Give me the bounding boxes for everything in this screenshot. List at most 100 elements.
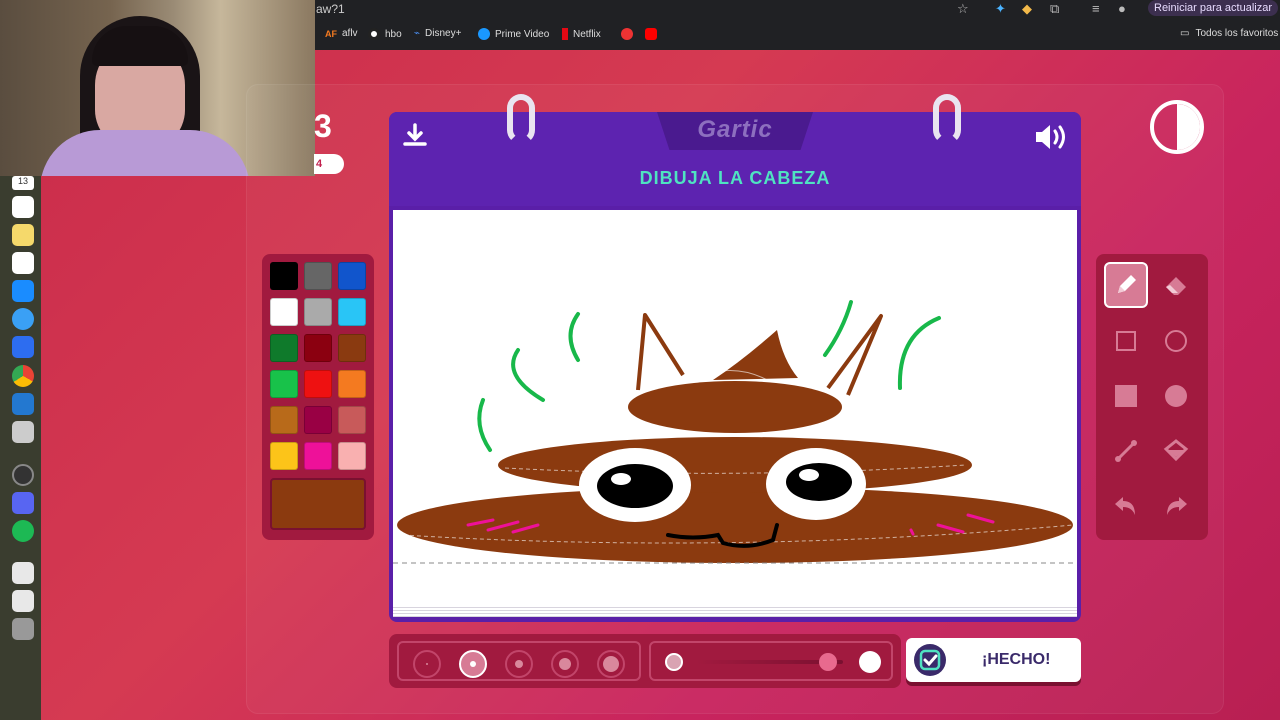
eraser-tool[interactable] — [1154, 262, 1198, 308]
spotify-icon[interactable] — [12, 520, 34, 542]
color-swatch[interactable] — [270, 334, 298, 362]
reminders-icon[interactable] — [12, 196, 34, 218]
thickness-dot-icon — [559, 658, 571, 670]
color-swatch[interactable] — [338, 334, 366, 362]
trash-icon[interactable] — [12, 618, 34, 640]
bookmark-extra-1[interactable] — [621, 28, 633, 40]
bookmark-aflv[interactable]: AF aflv — [325, 28, 358, 39]
url-text: aw?1 — [316, 2, 345, 16]
color-swatch[interactable] — [338, 262, 366, 290]
drawing-canvas[interactable] — [393, 210, 1077, 605]
thickness-option[interactable] — [505, 650, 533, 678]
color-swatch[interactable] — [338, 442, 366, 470]
profile-avatar-icon[interactable]: ● — [1118, 1, 1126, 16]
color-swatch[interactable] — [304, 298, 332, 326]
bookmark-prime-video[interactable]: Prime Video — [478, 28, 549, 40]
color-swatch[interactable] — [270, 262, 298, 290]
freeform-icon[interactable] — [12, 252, 34, 274]
eraser-icon — [1166, 277, 1186, 295]
card-header: Gartic DIBUJA LA CABEZA — [389, 94, 1081, 206]
youtube-icon — [645, 28, 657, 40]
macos-dock: 13 — [0, 176, 41, 720]
vscode-icon[interactable] — [12, 393, 34, 415]
thickness-option[interactable] — [597, 650, 625, 678]
line-tool[interactable] — [1104, 428, 1148, 474]
color-swatch[interactable] — [270, 442, 298, 470]
contrast-icon — [1177, 104, 1200, 150]
document-icon[interactable] — [12, 562, 34, 584]
color-swatch[interactable] — [304, 334, 332, 362]
thickness-option[interactable] — [459, 650, 487, 678]
webcam-person-bangs — [92, 26, 188, 66]
color-swatch[interactable] — [338, 370, 366, 398]
round-sub-badge: 4 — [314, 154, 344, 174]
color-swatch[interactable] — [304, 370, 332, 398]
fill-bucket-tool[interactable] — [1154, 428, 1198, 474]
tool-panel — [1096, 254, 1208, 540]
extension-icon[interactable]: ✦ — [995, 1, 1006, 17]
netflix-icon — [562, 28, 568, 40]
app-store-icon[interactable] — [12, 280, 34, 302]
ellipse-outline-tool[interactable] — [1154, 318, 1198, 364]
media-icon[interactable]: ≡ — [1092, 1, 1100, 16]
bookmark-youtube[interactable] — [645, 28, 657, 40]
bookmark-star-icon[interactable]: ☆ — [957, 1, 969, 17]
binder-ring-right — [933, 94, 961, 144]
redo-icon — [1167, 497, 1187, 515]
rectangle-filled-icon — [1115, 385, 1137, 407]
color-swatch[interactable] — [270, 370, 298, 398]
all-bookmarks-folder[interactable]: ▭ Todos los favoritos — [1180, 28, 1278, 39]
speaker-icon — [1036, 125, 1065, 149]
ellipse-filled-tool[interactable] — [1154, 373, 1198, 419]
current-color-preview — [270, 478, 366, 530]
safari-icon[interactable] — [12, 308, 34, 330]
pencil-tool[interactable] — [1104, 262, 1148, 308]
opacity-min-indicator — [665, 653, 683, 671]
color-swatch[interactable] — [270, 298, 298, 326]
line-icon — [1115, 440, 1137, 462]
redo-tool[interactable] — [1154, 483, 1198, 529]
color-swatch[interactable] — [270, 406, 298, 434]
color-swatch[interactable] — [304, 442, 332, 470]
update-button[interactable]: Reiniciar para actualizar — [1148, 0, 1278, 16]
iphone-mirroring-icon[interactable] — [12, 421, 34, 443]
opacity-slider[interactable] — [649, 641, 893, 681]
rectangle-outline-tool[interactable] — [1104, 318, 1148, 364]
undo-tool[interactable] — [1104, 483, 1148, 529]
done-button[interactable]: ¡HECHO! — [906, 638, 1081, 682]
color-swatch[interactable] — [338, 298, 366, 326]
contrast-toggle-button[interactable] — [1150, 100, 1204, 154]
activity-icon[interactable] — [12, 464, 34, 486]
chrome-icon[interactable] — [12, 365, 34, 387]
rectangle-filled-tool[interactable] — [1104, 373, 1148, 419]
bookmark-hbo[interactable]: hbo — [368, 28, 402, 40]
brush-settings-bar — [389, 634, 901, 688]
binder-ring-left — [507, 94, 535, 144]
rectangle-outline-icon — [1116, 331, 1136, 351]
sound-button[interactable] — [1033, 122, 1069, 158]
done-label: ¡HECHO! — [982, 651, 1051, 668]
extension-fox-icon[interactable]: ◆ — [1022, 1, 1032, 17]
notes-icon[interactable] — [12, 224, 34, 246]
opacity-knob[interactable] — [819, 653, 838, 671]
download-button[interactable] — [397, 122, 433, 158]
calendar-icon[interactable]: 13 — [12, 176, 34, 190]
paint-bucket-icon — [1163, 439, 1189, 462]
thickness-dot-icon — [603, 656, 619, 672]
notebook-page-edge — [393, 605, 1077, 617]
color-swatch[interactable] — [304, 262, 332, 290]
bookmark-netflix[interactable]: Netflix — [562, 28, 601, 40]
gartic-logo: Gartic — [697, 116, 773, 143]
extensions-puzzle-icon[interactable]: ⧉ — [1050, 1, 1059, 17]
zoom-icon[interactable] — [12, 336, 34, 358]
document-2-icon[interactable] — [12, 590, 34, 612]
thickness-option[interactable] — [551, 650, 579, 678]
color-swatch[interactable] — [338, 406, 366, 434]
color-swatch[interactable] — [304, 406, 332, 434]
download-icon — [403, 123, 427, 146]
thickness-option[interactable] — [413, 650, 441, 678]
discord-icon[interactable] — [12, 492, 34, 514]
aflv-icon: AF — [325, 28, 337, 39]
bookmark-disney[interactable]: ⌁ Disney+ — [414, 28, 461, 39]
circle-outline-icon — [1165, 330, 1187, 352]
